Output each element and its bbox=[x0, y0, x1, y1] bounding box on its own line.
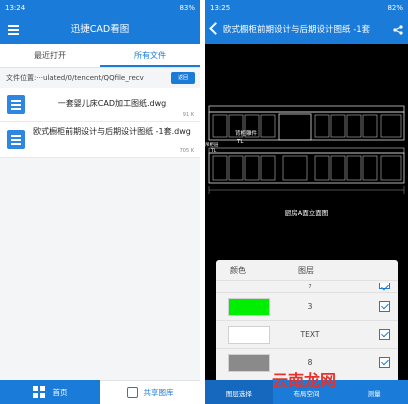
dwg-file-icon bbox=[7, 130, 25, 149]
cad-drawing-canvas[interactable]: 背柜雕件 TL 吊柜层 TL bbox=[205, 100, 408, 220]
tab-all-files[interactable]: 所有文件 bbox=[100, 44, 200, 67]
path-bar: 文件位置:···ulated/0/tencent/QQfile_recv 返回 bbox=[0, 68, 200, 88]
document-title: 欧式橱柜前期设计与后期设计图纸 -1套 bbox=[223, 25, 371, 35]
drawing-caption: 厨房A面立面图 bbox=[284, 209, 329, 217]
drawing-label: 吊柜层 bbox=[205, 141, 219, 148]
layer-row[interactable]: TEXT bbox=[216, 320, 398, 348]
back-icon[interactable] bbox=[209, 22, 222, 35]
layer-visibility-checkbox[interactable] bbox=[379, 283, 390, 289]
drawing-label: TL bbox=[210, 148, 217, 154]
status-battery: 82% bbox=[387, 4, 403, 12]
layer-color-swatch[interactable] bbox=[228, 326, 270, 344]
status-bar: 13:25 82% bbox=[205, 0, 408, 16]
layer-row[interactable]: 7 bbox=[216, 280, 398, 292]
bottom-nav: 首页 共享图库 bbox=[0, 380, 200, 404]
file-item[interactable]: 欧式橱柜前期设计与后期设计图纸 -1套.dwg 705 K bbox=[0, 122, 200, 158]
path-label: 文件位置: bbox=[6, 74, 37, 82]
file-browser-screen: 13:24 83% 迅捷CAD看图 最近打开 所有文件 文件位置:···ulat… bbox=[0, 0, 200, 404]
home-grid-icon bbox=[32, 386, 45, 398]
nav-shared-library[interactable]: 共享图库 bbox=[100, 380, 200, 404]
viewer-header: 欧式橱柜前期设计与后期设计图纸 -1套 bbox=[205, 16, 408, 44]
layer-row[interactable]: 3 bbox=[216, 292, 398, 320]
color-header: 颜色 bbox=[230, 266, 246, 275]
layer-visibility-checkbox[interactable] bbox=[379, 301, 390, 312]
tab-recent[interactable]: 最近打开 bbox=[0, 44, 100, 67]
layer-visibility-checkbox[interactable] bbox=[379, 357, 390, 368]
status-bar: 13:24 83% bbox=[0, 0, 200, 16]
drawing-viewer-screen: 13:25 82% 欧式橱柜前期设计与后期设计图纸 -1套 背柜雕件 TL 吊柜… bbox=[205, 0, 408, 404]
path-value: ···ulated/0/tencent/QQfile_recv bbox=[36, 74, 144, 82]
layer-header: 图层 bbox=[298, 266, 314, 275]
return-label: 返回 bbox=[177, 75, 188, 81]
layer-color-swatch[interactable] bbox=[228, 354, 270, 372]
app-title: 迅捷CAD看图 bbox=[70, 24, 130, 35]
dwg-file-icon bbox=[7, 95, 25, 114]
layer-panel: 颜色 图层 7 3 TEXT 8 bbox=[216, 260, 398, 380]
file-tabs: 最近打开 所有文件 bbox=[0, 44, 200, 68]
file-size: 705 K bbox=[179, 148, 194, 154]
shared-library-icon bbox=[126, 387, 138, 398]
drawing-label: 背柜雕件 bbox=[235, 129, 258, 137]
watermark-logo: 云南龙网 bbox=[272, 371, 337, 390]
nav-share-label: 共享图库 bbox=[143, 388, 174, 397]
file-name: 一套婴儿床CAD加工图纸.dwg bbox=[57, 99, 167, 108]
file-name: 欧式橱柜前期设计与后期设计图纸 -1套.dwg bbox=[33, 127, 191, 136]
nav-measure[interactable]: 测量 bbox=[340, 380, 408, 404]
layer-color-swatch[interactable] bbox=[228, 298, 270, 316]
nav-layer-select[interactable]: 图层选择 bbox=[205, 380, 273, 404]
status-time: 13:24 bbox=[5, 4, 26, 12]
file-size: 91 K bbox=[182, 112, 194, 118]
return-button[interactable]: 返回 bbox=[171, 72, 195, 84]
drawing-label: TL bbox=[236, 139, 244, 145]
share-icon[interactable] bbox=[393, 25, 403, 35]
status-time: 13:25 bbox=[210, 4, 231, 12]
layer-name: 3 bbox=[307, 302, 313, 311]
layer-visibility-checkbox[interactable] bbox=[379, 329, 390, 340]
file-item[interactable]: 一套婴儿床CAD加工图纸.dwg 91 K bbox=[0, 88, 200, 122]
nav-home[interactable]: 首页 bbox=[0, 380, 100, 404]
app-header: 迅捷CAD看图 bbox=[0, 16, 200, 44]
layer-name: TEXT bbox=[300, 330, 320, 339]
nav-home-label: 首页 bbox=[52, 387, 68, 397]
status-battery: 83% bbox=[179, 4, 195, 12]
